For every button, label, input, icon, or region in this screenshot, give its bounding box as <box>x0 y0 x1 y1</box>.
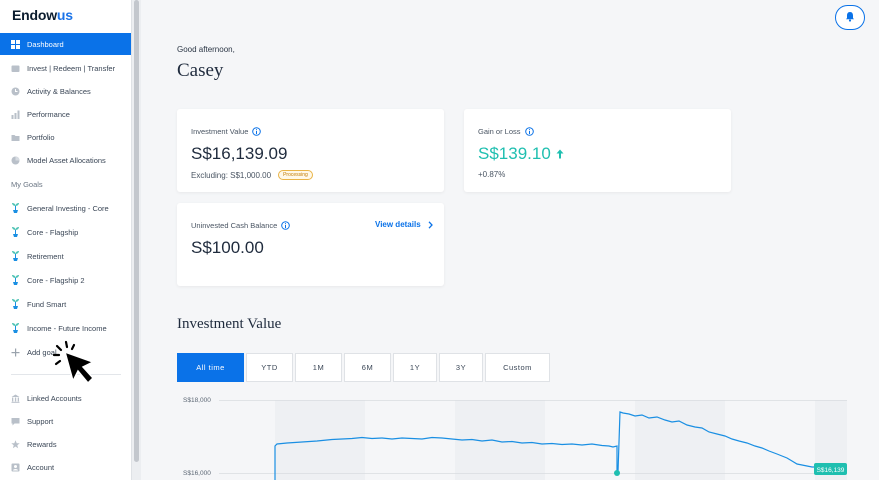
chart-marker <box>614 470 620 476</box>
sidebar-item-model-allocations[interactable]: Model Asset Allocations <box>0 149 131 171</box>
pie-icon <box>11 156 20 165</box>
sidebar-item-label: Income - Future Income <box>27 323 107 333</box>
info-icon[interactable] <box>252 127 262 136</box>
view-details-link[interactable]: View details <box>375 220 433 229</box>
sidebar-item-label: Account <box>27 462 55 472</box>
cash-balance-card: Uninvested Cash Balance View details S$1… <box>177 203 444 286</box>
notifications-button[interactable] <box>835 5 865 30</box>
sidebar-item-goal[interactable]: Retirement <box>0 245 131 267</box>
sidebar-item-label: Linked Accounts <box>27 393 82 403</box>
wallet-icon <box>11 64 20 73</box>
sidebar: Endowus Dashboard Invest | Redeem | Tran… <box>0 0 131 480</box>
bank-icon <box>11 394 20 403</box>
investment-value-chart: S$16,139 S$18,000 S$16,000 <box>177 392 857 480</box>
sidebar-scrollbar[interactable] <box>131 0 141 480</box>
plant-icon <box>11 251 20 261</box>
chart-band <box>275 400 365 480</box>
sidebar-item-activity[interactable]: Activity & Balances <box>0 80 131 102</box>
plant-icon <box>11 323 20 333</box>
sidebar-item-portfolio[interactable]: Portfolio <box>0 126 131 148</box>
plant-icon <box>11 275 20 285</box>
sidebar-item-label: General Investing - Core <box>27 203 109 213</box>
sidebar-item-label: Fund Smart <box>27 299 67 309</box>
sidebar-item-label: Retirement <box>27 251 64 261</box>
sidebar-item-goal[interactable]: Core - Flagship 2 <box>0 269 131 291</box>
mouse-pointer-icon <box>52 340 100 386</box>
processing-badge: Processing <box>278 170 313 180</box>
scrollbar-thumb[interactable] <box>134 0 139 462</box>
tab-3y[interactable]: 3Y <box>439 353 483 382</box>
sidebar-item-label: Core - Flagship 2 <box>27 275 85 285</box>
bell-icon <box>845 9 855 27</box>
tab-custom[interactable]: Custom <box>485 353 550 382</box>
sidebar-item-label: Support <box>27 416 54 426</box>
folder-icon <box>11 133 20 142</box>
chevron-right-icon <box>428 220 433 229</box>
gain-loss-amount: S$139.10 <box>478 144 564 164</box>
sidebar-item-label: Core - Flagship <box>27 227 79 237</box>
user-name: Casey <box>177 60 224 81</box>
my-goals-label: My Goals <box>11 180 43 189</box>
tab-ytd[interactable]: YTD <box>246 353 293 382</box>
tab-all-time[interactable]: All time <box>177 353 244 382</box>
cash-balance-label: Uninvested Cash Balance <box>191 221 291 230</box>
sidebar-item-label: Rewards <box>27 439 57 449</box>
investment-value-title: Investment Value <box>177 316 282 332</box>
greeting-text: Good afternoon, <box>177 45 235 54</box>
plant-icon <box>11 203 20 213</box>
arrow-up-icon <box>556 149 564 159</box>
excluding-text: Excluding: S$1,000.00 Processing <box>191 170 313 180</box>
tab-6m[interactable]: 6M <box>344 353 391 382</box>
investment-value-card: Investment Value S$16,139.09 Excluding: … <box>177 109 444 192</box>
plant-icon <box>11 227 20 237</box>
tab-1y[interactable]: 1Y <box>393 353 437 382</box>
plus-icon <box>11 348 20 357</box>
sidebar-item-rewards[interactable]: Rewards <box>0 433 131 455</box>
sidebar-item-dashboard[interactable]: Dashboard <box>0 33 131 55</box>
gain-loss-percent: +0.87% <box>478 170 506 179</box>
clock-icon <box>11 87 20 96</box>
sidebar-item-goal[interactable]: Fund Smart <box>0 293 131 315</box>
investment-value-label: Investment Value <box>191 127 262 136</box>
sidebar-item-label: Activity & Balances <box>27 86 91 96</box>
y-tick-label: S$16,000 <box>183 470 211 477</box>
chat-icon <box>11 417 20 426</box>
sidebar-item-performance[interactable]: Performance <box>0 103 131 125</box>
end-value-label: S$16,139 <box>817 467 845 474</box>
plant-icon <box>11 299 20 309</box>
gain-loss-card: Gain or Loss S$139.10 +0.87% <box>464 109 731 192</box>
cash-balance-amount: S$100.00 <box>191 238 264 257</box>
sidebar-item-invest[interactable]: Invest | Redeem | Transfer <box>0 57 131 79</box>
info-icon[interactable] <box>281 221 291 230</box>
star-icon <box>11 439 20 449</box>
y-tick-label: S$18,000 <box>183 397 211 404</box>
sidebar-item-goal[interactable]: Income - Future Income <box>0 317 131 339</box>
sidebar-item-label: Performance <box>27 109 70 119</box>
chart-svg: S$16,139 <box>219 400 847 480</box>
bar-chart-icon <box>11 110 20 119</box>
info-icon[interactable] <box>524 127 534 136</box>
sidebar-item-goal[interactable]: General Investing - Core <box>0 197 131 219</box>
sidebar-item-label: Invest | Redeem | Transfer <box>27 63 116 73</box>
sidebar-item-label: Dashboard <box>27 39 64 49</box>
chart-band <box>635 400 725 480</box>
sidebar-item-support[interactable]: Support <box>0 410 131 432</box>
sidebar-item-linked-accounts[interactable]: Linked Accounts <box>0 387 131 409</box>
dashboard-icon <box>11 39 20 49</box>
sidebar-item-account[interactable]: Account <box>0 456 131 478</box>
sidebar-item-label: Model Asset Allocations <box>27 155 106 165</box>
endowus-logo[interactable]: Endowus <box>12 7 73 23</box>
sidebar-item-label: Portfolio <box>27 132 55 142</box>
user-icon <box>11 463 20 472</box>
sidebar-item-goal[interactable]: Core - Flagship <box>0 221 131 243</box>
investment-value-amount: S$16,139.09 <box>191 144 288 163</box>
tab-1m[interactable]: 1M <box>295 353 342 382</box>
gain-loss-label: Gain or Loss <box>478 127 534 136</box>
range-tabs: All time YTD 1M 6M 1Y 3Y Custom <box>177 353 552 382</box>
